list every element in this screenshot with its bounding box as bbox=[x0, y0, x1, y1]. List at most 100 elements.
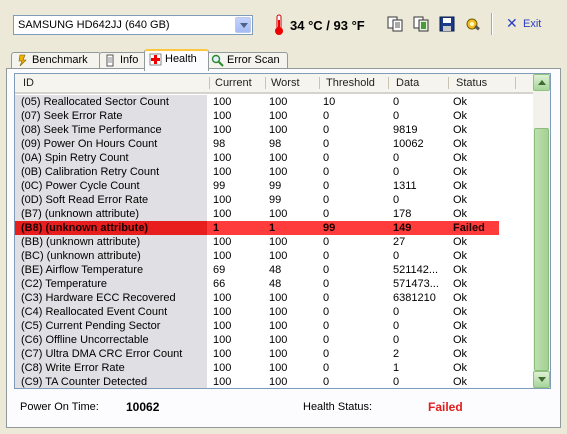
cell-worst: 48 bbox=[269, 264, 282, 276]
tab-health-label: Health bbox=[165, 53, 197, 65]
cell-status: Ok bbox=[453, 376, 468, 388]
cell-worst: 100 bbox=[269, 166, 288, 178]
table-row[interactable]: (07) Seek Error Rate 100 100 0 0 Ok bbox=[15, 109, 533, 123]
cell-current: 100 bbox=[213, 320, 232, 332]
table-row[interactable]: (0A) Spin Retry Count 100 100 0 0 Ok bbox=[15, 151, 533, 165]
table-row[interactable]: (05) Reallocated Sector Count 100 100 10 0 Ok bbox=[15, 95, 533, 109]
cell-status: Ok bbox=[453, 236, 468, 248]
cell-threshold: 0 bbox=[323, 250, 330, 262]
table-row[interactable]: (0B) Calibration Retry Count 100 100 0 0 Ok bbox=[15, 165, 533, 179]
cell-current: 100 bbox=[213, 306, 232, 318]
tab-health[interactable]: Health bbox=[144, 49, 209, 71]
table-row[interactable]: (BE) Airflow Temperature 69 48 0 521142... Ok bbox=[15, 263, 533, 277]
col-separator bbox=[448, 77, 449, 89]
table-row[interactable]: (C6) Offline Uncorrectable 100 100 0 0 Ok bbox=[15, 333, 533, 347]
cell-worst: 100 bbox=[269, 96, 288, 108]
table-row-failed[interactable]: (B8) (unknown attribute) 1 1 99 149 Failed bbox=[15, 221, 499, 235]
power-on-value: 10062 bbox=[126, 400, 160, 414]
cell-id: (C2) Temperature bbox=[15, 277, 207, 291]
col-status[interactable]: Status bbox=[456, 77, 487, 89]
cell-status: Ok bbox=[453, 180, 468, 192]
cell-threshold: 0 bbox=[323, 236, 330, 248]
cell-threshold: 0 bbox=[323, 264, 330, 276]
info-icon bbox=[106, 54, 114, 67]
cell-id: (C4) Reallocated Event Count bbox=[15, 305, 207, 319]
temperature-readout: 34 °C / 93 °F bbox=[290, 18, 365, 33]
benchmark-icon bbox=[18, 54, 27, 67]
copy-all-icon[interactable] bbox=[412, 15, 430, 33]
table-row[interactable]: (C5) Current Pending Sector 100 100 0 0 Ok bbox=[15, 319, 533, 333]
cell-threshold: 0 bbox=[323, 138, 330, 150]
drive-select[interactable]: SAMSUNG HD642JJ (640 GB) bbox=[13, 15, 253, 35]
cell-id: (09) Power On Hours Count bbox=[15, 137, 207, 151]
col-separator bbox=[388, 77, 389, 89]
cell-threshold: 0 bbox=[323, 334, 330, 346]
cell-threshold: 0 bbox=[323, 320, 330, 332]
cell-id: (0A) Spin Retry Count bbox=[15, 151, 207, 165]
cell-data: 0 bbox=[393, 110, 400, 122]
cell-worst: 48 bbox=[269, 278, 282, 290]
table-row[interactable]: (0C) Power Cycle Count 99 99 0 1311 Ok bbox=[15, 179, 533, 193]
col-data[interactable]: Data bbox=[396, 77, 419, 89]
cell-id: (C8) Write Error Rate bbox=[15, 361, 207, 375]
cell-id: (BC) (unknown attribute) bbox=[15, 249, 207, 263]
table-row[interactable]: (09) Power On Hours Count 98 98 0 10062 Ok bbox=[15, 137, 533, 151]
cell-worst: 99 bbox=[269, 194, 282, 206]
cell-data: 0 bbox=[393, 96, 400, 108]
table-row[interactable]: (C2) Temperature 66 48 0 571473... Ok bbox=[15, 277, 533, 291]
cell-worst: 100 bbox=[269, 376, 288, 388]
cell-id: (B7) (unknown attribute) bbox=[15, 207, 207, 221]
vertical-scrollbar[interactable] bbox=[533, 74, 550, 388]
cell-status: Ok bbox=[453, 292, 468, 304]
cell-data: 1 bbox=[393, 362, 400, 374]
table-row[interactable]: (BB) (unknown attribute) 100 100 0 27 Ok bbox=[15, 235, 533, 249]
table-row[interactable]: (C3) Hardware ECC Recovered 100 100 0 638121… bbox=[15, 291, 533, 305]
cell-worst: 100 bbox=[269, 236, 288, 248]
cell-data: 9819 bbox=[393, 124, 418, 136]
options-icon[interactable] bbox=[464, 15, 482, 33]
magnifier-icon bbox=[211, 54, 224, 67]
cell-threshold: 0 bbox=[323, 180, 330, 192]
copy-icon[interactable] bbox=[386, 15, 404, 33]
table-row[interactable]: (0D) Soft Read Error Rate 100 99 0 0 Ok bbox=[15, 193, 533, 207]
table-row[interactable]: (B7) (unknown attribute) 100 100 0 178 Ok bbox=[15, 207, 533, 221]
scroll-down-button[interactable] bbox=[533, 371, 550, 388]
cell-threshold: 0 bbox=[323, 362, 330, 374]
table-row[interactable]: (08) Seek Time Performance 100 100 0 9819 Ok bbox=[15, 123, 533, 137]
tab-benchmark[interactable]: Benchmark bbox=[11, 52, 101, 69]
table-row[interactable]: (BC) (unknown attribute) 100 100 0 0 Ok bbox=[15, 249, 533, 263]
col-current[interactable]: Current bbox=[215, 77, 252, 89]
cell-data: 0 bbox=[393, 376, 400, 388]
cell-current: 100 bbox=[213, 152, 232, 164]
table-row[interactable]: (C7) Ultra DMA CRC Error Count 100 100 0 2 Ok bbox=[15, 347, 533, 361]
cell-data: 2 bbox=[393, 348, 400, 360]
col-worst[interactable]: Worst bbox=[271, 77, 300, 89]
smart-table[interactable]: ID Current Worst Threshold Data Status (… bbox=[14, 73, 551, 389]
cell-threshold: 0 bbox=[323, 152, 330, 164]
table-row[interactable]: (C4) Reallocated Event Count 100 100 0 0 Ok bbox=[15, 305, 533, 319]
cell-status: Ok bbox=[453, 124, 468, 136]
scroll-thumb[interactable] bbox=[534, 128, 549, 371]
cell-id: (BB) (unknown attribute) bbox=[15, 235, 207, 249]
chevron-down-icon[interactable] bbox=[235, 17, 251, 33]
drive-select-value: SAMSUNG HD642JJ (640 GB) bbox=[18, 19, 170, 31]
tab-info[interactable]: Info bbox=[99, 52, 149, 69]
col-threshold[interactable]: Threshold bbox=[326, 77, 375, 89]
col-separator bbox=[319, 77, 320, 89]
power-on-label: Power On Time: bbox=[20, 401, 99, 413]
cell-status: Ok bbox=[453, 320, 468, 332]
tab-benchmark-label: Benchmark bbox=[32, 54, 88, 66]
cell-worst: 100 bbox=[269, 320, 288, 332]
col-id[interactable]: ID bbox=[23, 77, 34, 89]
cell-worst: 100 bbox=[269, 306, 288, 318]
cell-status: Ok bbox=[453, 250, 468, 262]
cell-current: 100 bbox=[213, 250, 232, 262]
scroll-up-button[interactable] bbox=[533, 74, 550, 91]
save-icon[interactable] bbox=[438, 15, 456, 33]
cell-current: 66 bbox=[213, 278, 226, 290]
table-row[interactable]: (C8) Write Error Rate 100 100 0 1 Ok bbox=[15, 361, 533, 375]
tab-error-scan[interactable]: Error Scan bbox=[206, 52, 288, 69]
cell-id: (05) Reallocated Sector Count bbox=[15, 95, 207, 109]
cell-worst: 100 bbox=[269, 362, 288, 374]
table-row[interactable]: (C9) TA Counter Detected 100 100 0 0 Ok bbox=[15, 375, 533, 388]
